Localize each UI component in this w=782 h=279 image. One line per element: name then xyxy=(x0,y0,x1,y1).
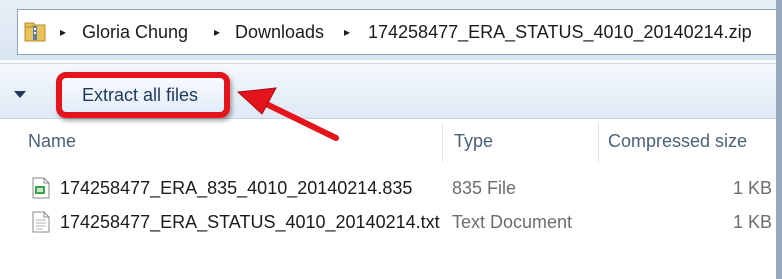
breadcrumb-separator-icon[interactable]: ▸ xyxy=(60,10,66,54)
column-header-type[interactable]: Type xyxy=(454,118,493,164)
column-divider[interactable] xyxy=(598,122,599,162)
chevron-down-icon[interactable] xyxy=(14,91,26,98)
file-type: Text Document xyxy=(452,212,573,232)
column-header-name[interactable]: Name xyxy=(28,118,76,164)
extract-all-files-button[interactable]: Extract all files xyxy=(56,72,230,118)
file-row[interactable]: 174258477_ERA_835_4010_20140214.835 835 … xyxy=(24,173,782,203)
file-name: 174258477_ERA_835_4010_20140214.835 xyxy=(60,178,413,198)
extract-all-files-label: Extract all files xyxy=(82,85,199,105)
address-bar[interactable]: ▸ Gloria Chung ▸ Downloads ▸ 174258477_E… xyxy=(17,9,777,55)
breadcrumb-zip-file[interactable]: 174258477_ERA_STATUS_4010_20140214.zip xyxy=(368,10,752,54)
breadcrumb-separator-icon[interactable]: ▸ xyxy=(214,10,220,54)
file-size: 1 KB xyxy=(732,178,772,198)
breadcrumb-gloria-chung[interactable]: Gloria Chung xyxy=(82,10,188,54)
file-size: 1 KB xyxy=(732,212,772,232)
window-edge xyxy=(776,0,782,279)
file-type: 835 File xyxy=(452,178,517,198)
column-divider[interactable] xyxy=(442,122,443,162)
file-row[interactable]: 174258477_ERA_STATUS_4010_20140214.txt T… xyxy=(24,207,782,237)
generic-file-icon xyxy=(32,177,50,199)
zip-folder-icon xyxy=(24,22,46,42)
breadcrumb-separator-icon[interactable]: ▸ xyxy=(344,10,350,54)
breadcrumb-downloads[interactable]: Downloads xyxy=(235,10,324,54)
command-toolbar: Extract all files xyxy=(0,63,782,119)
column-header-compressed-size[interactable]: Compressed size xyxy=(608,118,747,164)
text-file-icon xyxy=(32,211,50,233)
address-bar-strip: ▸ Gloria Chung ▸ Downloads ▸ 174258477_E… xyxy=(0,0,782,60)
annotation-arrow-icon xyxy=(236,87,339,141)
file-name: 174258477_ERA_STATUS_4010_20140214.txt xyxy=(60,212,440,232)
